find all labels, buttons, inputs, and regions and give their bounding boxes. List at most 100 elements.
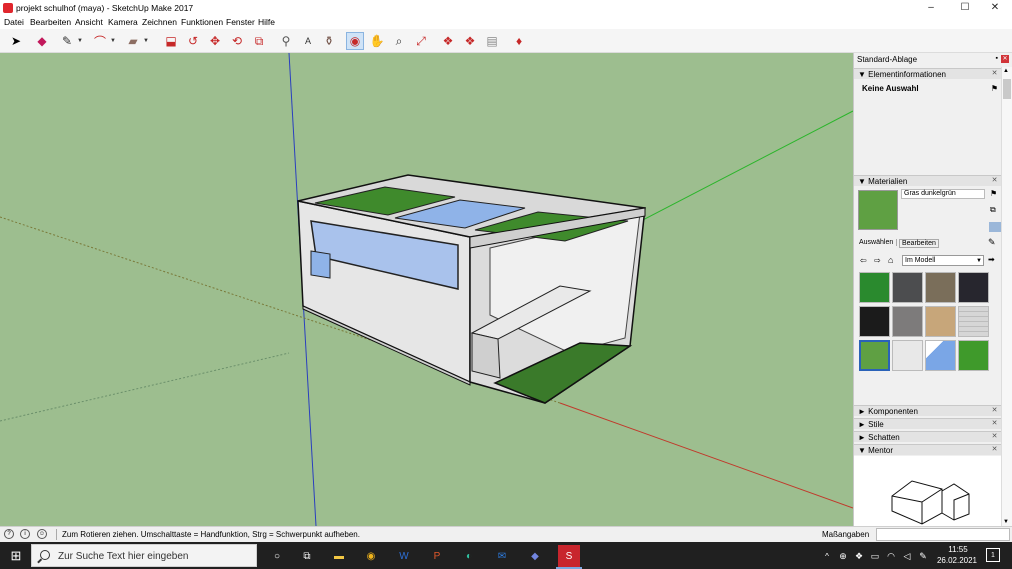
warehouse-icon[interactable]: ❖: [439, 32, 457, 50]
material-swatch[interactable]: [859, 272, 890, 303]
shadows-header[interactable]: ► Schatten ✕: [854, 431, 1001, 442]
maximize-button[interactable]: ☐: [948, 0, 982, 16]
material-swatch-selected[interactable]: [859, 340, 890, 371]
close-button[interactable]: ✕: [978, 0, 1012, 16]
clock-time[interactable]: 11:55: [940, 545, 976, 554]
menu-datei[interactable]: Datei: [4, 17, 24, 27]
mail-icon[interactable]: ✉: [493, 547, 511, 565]
material-swatch[interactable]: [892, 272, 923, 303]
material-swatch[interactable]: [925, 340, 956, 371]
menu-zeichnen[interactable]: Zeichnen: [142, 17, 177, 27]
components-icon[interactable]: ❖: [461, 32, 479, 50]
3d-viewport[interactable]: [0, 53, 853, 526]
chrome-icon[interactable]: ◉: [362, 547, 380, 565]
pen-icon[interactable]: ✎: [914, 547, 932, 565]
chevron-down-icon[interactable]: ▼: [143, 38, 149, 44]
menu-bearbeiten[interactable]: Bearbeiten: [30, 17, 71, 27]
tape-measure-icon[interactable]: ⚲: [277, 32, 295, 50]
close-icon[interactable]: ✕: [991, 407, 998, 415]
select-arrow-icon[interactable]: ➤: [7, 32, 25, 50]
pencil-icon[interactable]: ✎ ▼: [58, 32, 83, 50]
styles-header[interactable]: ► Stile ✕: [854, 418, 1001, 429]
components-header[interactable]: ► Komponenten ✕: [854, 405, 1001, 416]
notification-center-icon[interactable]: 1: [986, 548, 1000, 562]
sketchup-taskbar-icon[interactable]: S: [558, 545, 580, 567]
details-arrow-icon[interactable]: ➡: [988, 255, 995, 264]
follow-me-icon[interactable]: ↺: [184, 32, 202, 50]
chevron-down-icon[interactable]: ▼: [976, 256, 982, 266]
eraser-icon[interactable]: ◆: [33, 32, 51, 50]
material-swatch[interactable]: [958, 306, 989, 337]
pan-icon[interactable]: ✋: [368, 32, 386, 50]
discord-icon[interactable]: ◆: [526, 547, 544, 565]
material-swatch[interactable]: [859, 306, 890, 337]
material-swatch[interactable]: [892, 306, 923, 337]
word-icon[interactable]: W: [395, 547, 413, 565]
home-icon[interactable]: ⌂: [888, 255, 893, 265]
pin-icon[interactable]: ▪: [996, 55, 998, 62]
tab-edit[interactable]: Bearbeiten: [899, 239, 939, 248]
close-icon[interactable]: ✕: [991, 177, 998, 185]
close-icon[interactable]: ✕: [991, 446, 998, 454]
rectangle-icon[interactable]: ▰ ▼: [124, 32, 149, 50]
default-material-icon[interactable]: [989, 222, 1001, 232]
extension-warehouse-icon[interactable]: ♦: [510, 32, 528, 50]
clock-date[interactable]: 26.02.2021: [934, 556, 980, 565]
material-swatch[interactable]: [958, 340, 989, 371]
menu-funktionen[interactable]: Funktionen: [181, 17, 223, 27]
menu-ansicht[interactable]: Ansicht: [75, 17, 103, 27]
geo-location-icon[interactable]: ?: [4, 529, 14, 539]
close-icon[interactable]: ✕: [991, 433, 998, 441]
zoom-icon[interactable]: ⌕: [390, 32, 408, 50]
close-icon[interactable]: ✕: [991, 420, 998, 428]
chevron-down-icon[interactable]: ▼: [77, 38, 83, 44]
scroll-up-icon[interactable]: ▲: [1003, 68, 1009, 74]
orbit-icon[interactable]: ◉: [346, 32, 364, 50]
zoom-extents-icon[interactable]: ⤢: [412, 32, 430, 50]
send-to-layout-icon[interactable]: ▤: [483, 32, 501, 50]
material-swatch[interactable]: [892, 340, 923, 371]
measurements-input[interactable]: [876, 528, 1010, 541]
material-swatch[interactable]: [925, 306, 956, 337]
scrollbar-thumb[interactable]: [1003, 79, 1011, 99]
credits-icon[interactable]: i: [20, 529, 30, 539]
tab-select[interactable]: Auswählen: [859, 239, 898, 246]
powerpoint-icon[interactable]: P: [428, 547, 446, 565]
cortana-icon[interactable]: ○: [268, 547, 286, 565]
menu-hilfe[interactable]: Hilfe: [258, 17, 275, 27]
sample-material-icon[interactable]: ⧉: [990, 205, 996, 215]
menu-fenster[interactable]: Fenster: [226, 17, 255, 27]
material-swatch[interactable]: [958, 272, 989, 303]
entity-info-header[interactable]: ▼ Elementinformationen ✕: [854, 68, 1001, 79]
forward-icon[interactable]: ⇨: [874, 256, 881, 265]
material-swatch[interactable]: [925, 272, 956, 303]
windows-start-icon[interactable]: ⊞: [7, 547, 25, 565]
file-explorer-icon[interactable]: ▬: [330, 547, 348, 565]
text-icon[interactable]: A: [299, 32, 317, 50]
offset-icon[interactable]: ⧉: [250, 32, 268, 50]
task-view-icon[interactable]: ⧉: [298, 547, 316, 565]
collection-select[interactable]: Im Modell ▼: [902, 255, 984, 266]
minimize-button[interactable]: –: [914, 0, 948, 16]
user-icon[interactable]: ☺: [37, 529, 47, 539]
arc-icon[interactable]: ⌒ ▼: [91, 32, 116, 50]
chevron-down-icon[interactable]: ▼: [110, 38, 116, 44]
back-icon[interactable]: ⇦: [860, 256, 867, 265]
taskbar-search-box[interactable]: Zur Suche Text hier eingeben: [31, 544, 257, 567]
edge-icon[interactable]: ◐: [460, 547, 478, 565]
paint-bucket-icon[interactable]: ⚱: [320, 32, 338, 50]
entity-info-icon[interactable]: ⚑: [991, 84, 998, 93]
close-icon[interactable]: ✕: [1001, 55, 1009, 63]
scroll-down-icon[interactable]: ▼: [1003, 519, 1009, 525]
menu-kamera[interactable]: Kamera: [108, 17, 138, 27]
rotate-icon[interactable]: ⟲: [228, 32, 246, 50]
create-material-icon[interactable]: ⚑: [990, 189, 997, 198]
eyedropper-icon[interactable]: ✎: [988, 237, 996, 248]
close-icon[interactable]: ✕: [991, 70, 998, 78]
push-pull-icon[interactable]: ⬓: [162, 32, 180, 50]
materials-header[interactable]: ▼ Materialien ✕: [854, 175, 1001, 186]
mentor-header[interactable]: ▼ Mentor ✕: [854, 444, 1001, 455]
material-name-field[interactable]: Gras dunkelgrün: [901, 189, 985, 199]
tray-scrollbar[interactable]: ▲ ▼: [1001, 67, 1012, 526]
move-icon[interactable]: ✥: [206, 32, 224, 50]
